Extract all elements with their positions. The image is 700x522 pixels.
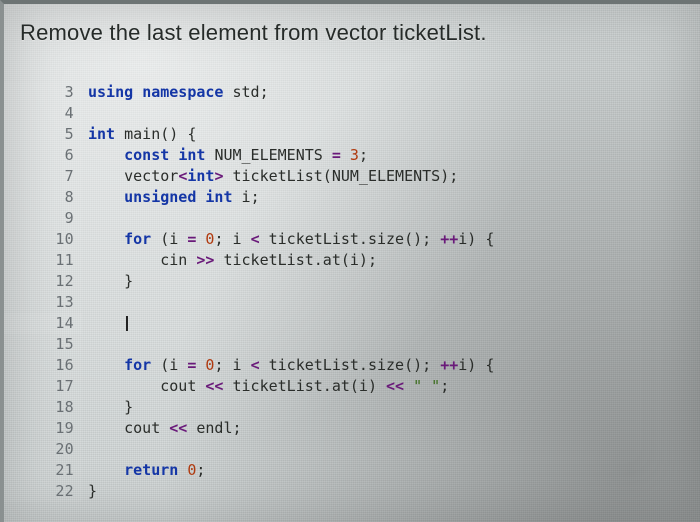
- line-number: 4: [4, 103, 82, 124]
- code-content: vector<int> ticketList(NUM_ELEMENTS);: [82, 166, 458, 187]
- code-content: cout << ticketList.at(i) << " ";: [82, 376, 449, 397]
- code-content: int main() {: [82, 124, 196, 145]
- code-content: }: [82, 271, 133, 292]
- code-line: 18 }: [4, 397, 700, 418]
- code-line: 21 return 0;: [4, 460, 700, 481]
- code-content: for (i = 0; i < ticketList.size(); ++i) …: [82, 355, 494, 376]
- line-number: 19: [4, 418, 82, 439]
- line-number: 18: [4, 397, 82, 418]
- code-line: 4: [4, 103, 700, 124]
- code-content: unsigned int i;: [82, 187, 260, 208]
- code-line: 12 }: [4, 271, 700, 292]
- code-line: 16 for (i = 0; i < ticketList.size(); ++…: [4, 355, 700, 376]
- code-line: 15: [4, 334, 700, 355]
- line-number: 14: [4, 313, 82, 334]
- code-content: [82, 313, 129, 334]
- line-number: 17: [4, 376, 82, 397]
- screenshot-frame: Remove the last element from vector tick…: [0, 0, 700, 522]
- code-content: cout << endl;: [82, 418, 242, 439]
- code-line: 22}: [4, 481, 700, 502]
- line-number: 22: [4, 481, 82, 502]
- code-content: }: [82, 481, 97, 502]
- code-content: const int NUM_ELEMENTS = 3;: [82, 145, 368, 166]
- instruction-text: Remove the last element from vector tick…: [4, 4, 700, 46]
- code-content: using namespace std;: [82, 82, 269, 103]
- code-line: 19 cout << endl;: [4, 418, 700, 439]
- code-line: 7 vector<int> ticketList(NUM_ELEMENTS);: [4, 166, 700, 187]
- code-line: 13: [4, 292, 700, 313]
- code-content: for (i = 0; i < ticketList.size(); ++i) …: [82, 229, 494, 250]
- code-line: 17 cout << ticketList.at(i) << " ";: [4, 376, 700, 397]
- line-number: 12: [4, 271, 82, 292]
- code-line: 8 unsigned int i;: [4, 187, 700, 208]
- text-cursor: [126, 316, 129, 331]
- line-number: 11: [4, 250, 82, 271]
- code-editor: 3using namespace std;45int main() {6 con…: [4, 82, 700, 512]
- code-line: 20: [4, 439, 700, 460]
- code-line: 10 for (i = 0; i < ticketList.size(); ++…: [4, 229, 700, 250]
- line-number: 5: [4, 124, 82, 145]
- line-number: 16: [4, 355, 82, 376]
- code-line: 11 cin >> ticketList.at(i);: [4, 250, 700, 271]
- line-number: 6: [4, 145, 82, 166]
- code-line: 6 const int NUM_ELEMENTS = 3;: [4, 145, 700, 166]
- line-number: 20: [4, 439, 82, 460]
- line-number: 7: [4, 166, 82, 187]
- line-number: 21: [4, 460, 82, 481]
- line-number: 15: [4, 334, 82, 355]
- code-content: cin >> ticketList.at(i);: [82, 250, 377, 271]
- code-line: 3using namespace std;: [4, 82, 700, 103]
- line-number: 8: [4, 187, 82, 208]
- code-line: 14: [4, 313, 700, 334]
- code-line: 9: [4, 208, 700, 229]
- line-number: 13: [4, 292, 82, 313]
- line-number: 9: [4, 208, 82, 229]
- code-content: }: [82, 397, 133, 418]
- code-content: return 0;: [82, 460, 205, 481]
- code-line: 5int main() {: [4, 124, 700, 145]
- line-number: 3: [4, 82, 82, 103]
- line-number: 10: [4, 229, 82, 250]
